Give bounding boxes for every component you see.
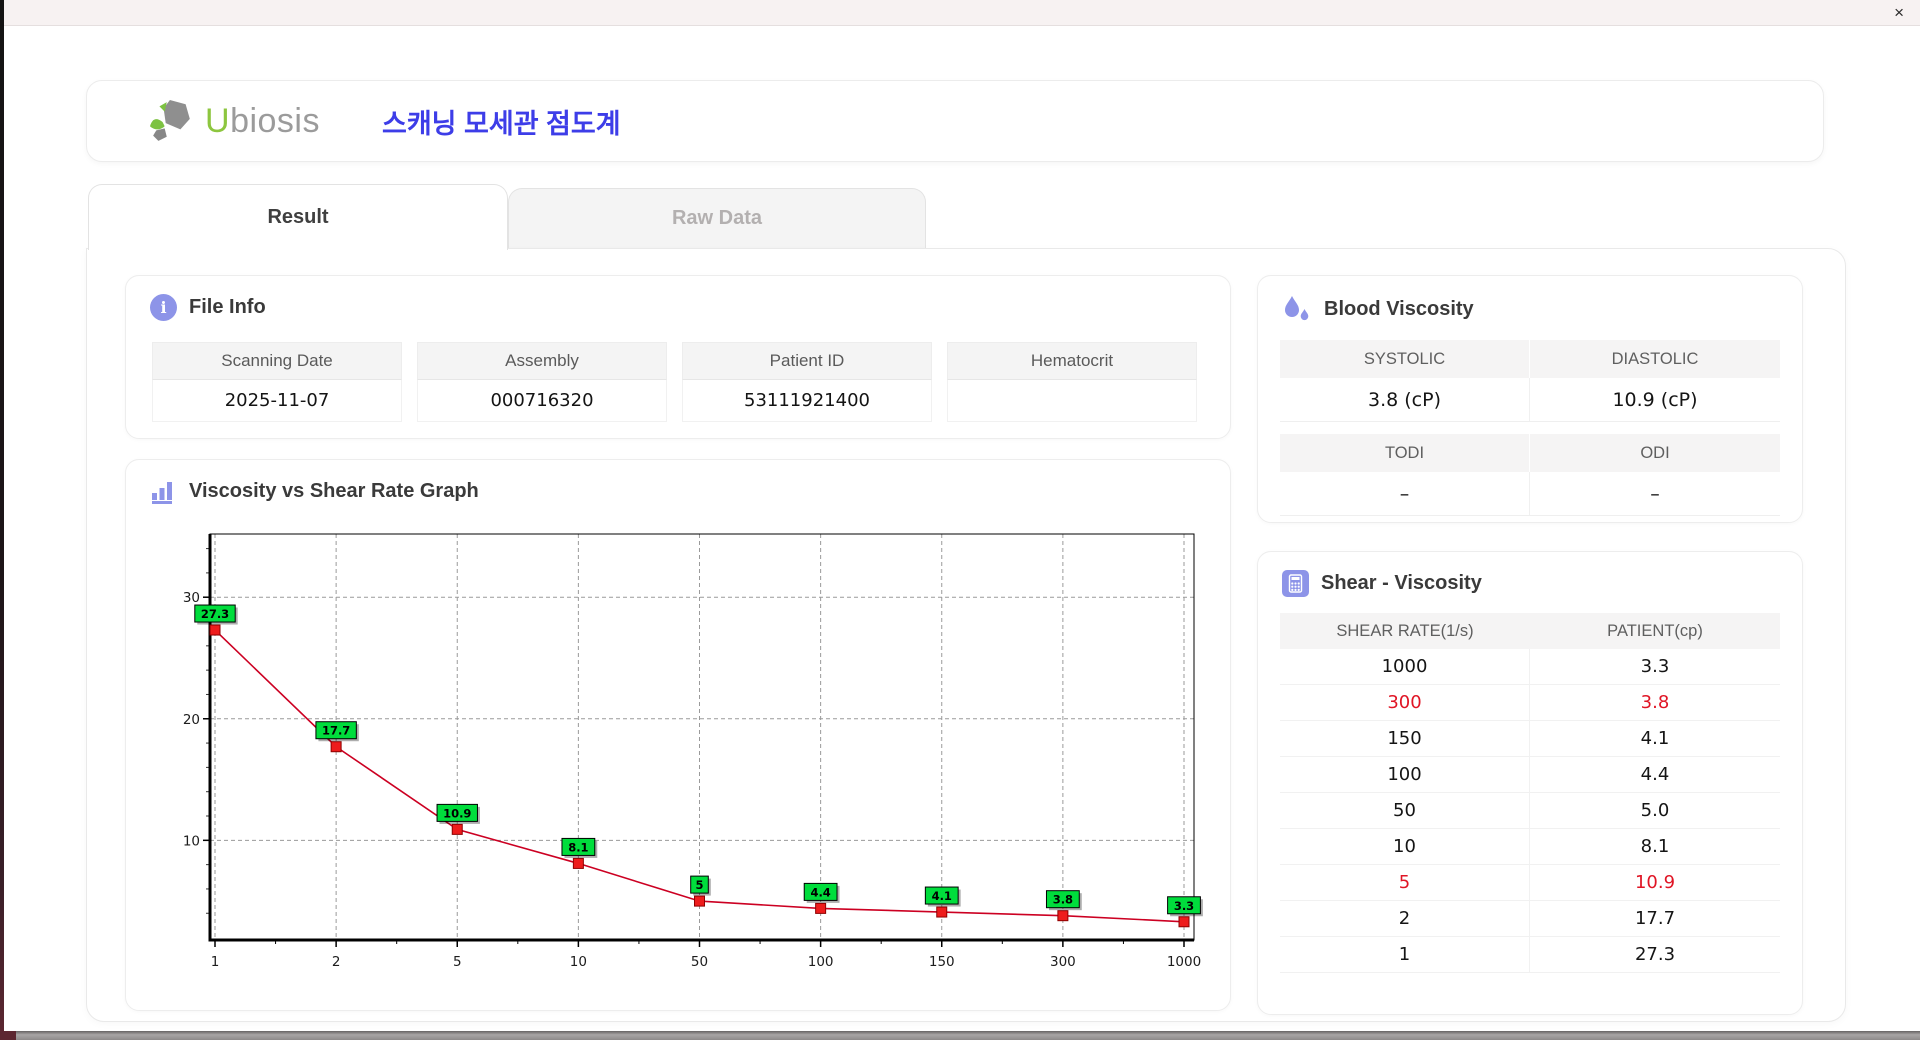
field-hematocrit: Hematocrit bbox=[947, 342, 1197, 422]
table-row: 1000 3.3 bbox=[1280, 649, 1780, 685]
result-panel: i File Info Scanning Date 2025-11-07 Ass… bbox=[86, 248, 1846, 1022]
info-icon: i bbox=[150, 294, 177, 321]
svg-text:2: 2 bbox=[332, 954, 341, 970]
field-label: Hematocrit bbox=[947, 342, 1197, 380]
shear-rate-cell: 50 bbox=[1280, 793, 1530, 829]
table-row: 300 3.8 bbox=[1280, 685, 1780, 721]
file-info-card: i File Info Scanning Date 2025-11-07 Ass… bbox=[125, 275, 1231, 439]
shear-rate-cell: 2 bbox=[1280, 901, 1530, 937]
diastolic-header: DIASTOLIC bbox=[1530, 340, 1780, 378]
file-info-fields: Scanning Date 2025-11-07 Assembly 000716… bbox=[152, 342, 1197, 422]
shear-rate-cell: 1000 bbox=[1280, 649, 1530, 685]
shear-rate-cell: 10 bbox=[1280, 829, 1530, 865]
table-row: 10 8.1 bbox=[1280, 829, 1780, 865]
patient-column-header: PATIENT(cp) bbox=[1607, 621, 1703, 640]
patient-cell: 27.3 bbox=[1530, 937, 1780, 973]
table-row: 1 27.3 bbox=[1280, 937, 1780, 973]
viscosity-graph-card: Viscosity vs Shear Rate Graph 10 20 30 1 2 5 1… bbox=[125, 459, 1231, 1011]
shear-rate-cell: 5 bbox=[1280, 865, 1530, 901]
svg-text:10.9: 10.9 bbox=[443, 806, 471, 820]
table-row: 50 5.0 bbox=[1280, 793, 1780, 829]
svg-text:1000: 1000 bbox=[1167, 954, 1201, 970]
svg-text:100: 100 bbox=[808, 954, 834, 970]
window-titlebar: × bbox=[0, 0, 1920, 26]
field-scanning-date: Scanning Date 2025-11-07 bbox=[152, 342, 402, 422]
svg-text:4.1: 4.1 bbox=[932, 889, 952, 903]
svg-text:3.8: 3.8 bbox=[1053, 893, 1073, 907]
systolic-value: 3.8 (cP) bbox=[1280, 378, 1530, 422]
patient-cell: 3.8 bbox=[1530, 685, 1780, 721]
tab-raw-data[interactable]: Raw Data bbox=[508, 188, 926, 248]
svg-text:3.3: 3.3 bbox=[1174, 899, 1194, 913]
viscosity-chart: 10 20 30 1 2 5 10 50 100 150 300 1000 27.3 17.7 10.9 8.… bbox=[183, 533, 1203, 970]
table-row: 150 4.1 bbox=[1280, 721, 1780, 757]
svg-text:5: 5 bbox=[453, 954, 462, 970]
field-label: Patient ID bbox=[682, 342, 932, 380]
odi-header: ODI bbox=[1530, 434, 1780, 472]
field-label: Assembly bbox=[417, 342, 667, 380]
systolic-header: SYSTOLIC bbox=[1280, 340, 1530, 378]
todi-value: – bbox=[1280, 472, 1530, 516]
svg-text:8.1: 8.1 bbox=[568, 840, 588, 854]
patient-cell: 17.7 bbox=[1530, 901, 1780, 937]
ubiosis-logo-icon bbox=[150, 100, 190, 141]
shear-rate-cell: 100 bbox=[1280, 757, 1530, 793]
close-icon[interactable]: × bbox=[1894, 2, 1904, 24]
shear-viscosity-table: SHEAR RATE(1/s) PATIENT(cp) 1000 3.3 300 3.… bbox=[1280, 613, 1780, 973]
patient-cell: 4.1 bbox=[1530, 721, 1780, 757]
desktop-edge-bottom bbox=[0, 1031, 1920, 1040]
patient-cell: 5.0 bbox=[1530, 793, 1780, 829]
field-value: 2025-11-07 bbox=[152, 380, 402, 422]
field-value: 000716320 bbox=[417, 380, 667, 422]
svg-text:10: 10 bbox=[570, 954, 587, 970]
patient-cell: 3.3 bbox=[1530, 649, 1780, 685]
bar-chart-icon bbox=[152, 482, 172, 504]
blood-viscosity-title: Blood Viscosity bbox=[1324, 297, 1474, 320]
shear-rate-cell: 300 bbox=[1280, 685, 1530, 721]
todi-header: TODI bbox=[1280, 434, 1530, 472]
ubiosis-logo: Ubiosis bbox=[145, 99, 320, 143]
svg-text:5: 5 bbox=[695, 878, 703, 892]
svg-text:30: 30 bbox=[183, 590, 200, 606]
svg-text:17.7: 17.7 bbox=[322, 724, 350, 738]
patient-cell: 4.4 bbox=[1530, 757, 1780, 793]
field-value: 53111921400 bbox=[682, 380, 932, 422]
blood-viscosity-card: Blood Viscosity SYSTOLIC DIASTOLIC 3.8 (… bbox=[1257, 275, 1803, 523]
app-header: Ubiosis 스캐닝 모세관 점도계 bbox=[86, 80, 1824, 162]
field-label: Scanning Date bbox=[152, 342, 402, 380]
blood-viscosity-table: SYSTOLIC DIASTOLIC 3.8 (cP) 10.9 (cP) TO… bbox=[1280, 340, 1780, 516]
svg-text:4.4: 4.4 bbox=[810, 885, 830, 899]
shear-rate-cell: 1 bbox=[1280, 937, 1530, 973]
page-title: 스캐닝 모세관 점도계 bbox=[382, 108, 621, 139]
desktop-edge-left bbox=[0, 0, 4, 1040]
svg-text:150: 150 bbox=[929, 954, 955, 970]
svg-text:50: 50 bbox=[691, 954, 708, 970]
tab-result[interactable]: Result bbox=[88, 184, 508, 250]
field-assembly: Assembly 000716320 bbox=[417, 342, 667, 422]
field-patient-id: Patient ID 53111921400 bbox=[682, 342, 932, 422]
field-value bbox=[947, 380, 1197, 422]
droplet-icon bbox=[1285, 296, 1309, 321]
shear-viscosity-title: Shear - Viscosity bbox=[1321, 572, 1482, 594]
svg-text:10: 10 bbox=[183, 833, 200, 849]
patient-cell: 10.9 bbox=[1530, 865, 1780, 901]
table-row: 100 4.4 bbox=[1280, 757, 1780, 793]
patient-cell: 8.1 bbox=[1530, 829, 1780, 865]
graph-title: Viscosity vs Shear Rate Graph bbox=[189, 480, 479, 502]
shear-rate-cell: 150 bbox=[1280, 721, 1530, 757]
shear-rate-column-header: SHEAR RATE(1/s) bbox=[1336, 621, 1474, 640]
file-info-title: File Info bbox=[189, 296, 266, 318]
svg-text:27.3: 27.3 bbox=[201, 607, 229, 621]
odi-value: – bbox=[1530, 472, 1780, 516]
diastolic-value: 10.9 (cP) bbox=[1530, 378, 1780, 422]
shear-viscosity-card: Shear - Viscosity SHEAR RATE(1/s) PATIEN… bbox=[1257, 551, 1803, 1015]
table-row: 5 10.9 bbox=[1280, 865, 1780, 901]
svg-text:300: 300 bbox=[1050, 954, 1076, 970]
svg-text:20: 20 bbox=[183, 712, 200, 728]
svg-text:1: 1 bbox=[211, 954, 220, 970]
table-header-row: SHEAR RATE(1/s) PATIENT(cp) bbox=[1280, 613, 1780, 649]
table-row: 2 17.7 bbox=[1280, 901, 1780, 937]
calculator-icon bbox=[1282, 570, 1309, 597]
ubiosis-logo-text: Ubiosis bbox=[205, 101, 320, 140]
